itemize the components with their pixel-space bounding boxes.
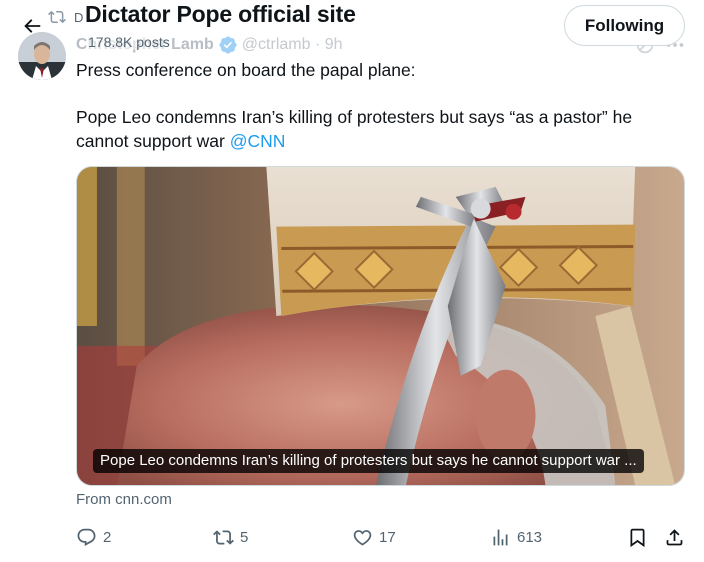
- following-button[interactable]: Following: [564, 5, 685, 46]
- reply-icon: [77, 528, 96, 546]
- views-button[interactable]: 613: [490, 522, 542, 552]
- tweet-text-line: Press conference on board the papal plan…: [76, 60, 416, 80]
- bookmark-icon: [630, 528, 645, 547]
- card-source[interactable]: From cnn.com: [76, 491, 172, 508]
- tweet-text-line: Pope Leo condemns Iran’s killing of prot…: [76, 106, 676, 153]
- card-image: [77, 167, 684, 485]
- bookmark-button[interactable]: [627, 522, 648, 552]
- analytics-icon: [493, 529, 508, 545]
- like-button[interactable]: 17: [352, 522, 396, 552]
- tweet-text: Press conference on board the papal plan…: [76, 59, 676, 153]
- repost-button[interactable]: 5: [213, 522, 248, 552]
- repost-icon: [213, 529, 234, 545]
- mention-link[interactable]: @CNN: [230, 131, 286, 151]
- repost-count: 5: [240, 528, 249, 546]
- share-icon: [666, 528, 683, 545]
- profile-title: Dictator Pope official site: [85, 1, 356, 27]
- share-button[interactable]: [664, 522, 685, 552]
- views-count: 613: [517, 528, 543, 546]
- profile-top-bar: Dictator Pope official site 178.8K posts…: [0, 0, 704, 52]
- arrow-left-icon: [24, 19, 41, 33]
- tweet-text-segment: Pope Leo condemns Iran’s killing of prot…: [76, 107, 633, 151]
- card-caption: Pope Leo condemns Iran’s killing of prot…: [93, 449, 644, 473]
- link-card[interactable]: Pope Leo condemns Iran’s killing of prot…: [76, 166, 685, 486]
- heart-icon: [353, 529, 372, 546]
- reply-count: 2: [103, 528, 112, 546]
- like-count: 17: [379, 528, 396, 546]
- back-button[interactable]: [16, 12, 48, 40]
- post-count: 178.8K posts: [86, 34, 172, 50]
- reply-button[interactable]: 2: [76, 522, 111, 552]
- tweet-action-bar: 2 5 17 613: [76, 522, 688, 552]
